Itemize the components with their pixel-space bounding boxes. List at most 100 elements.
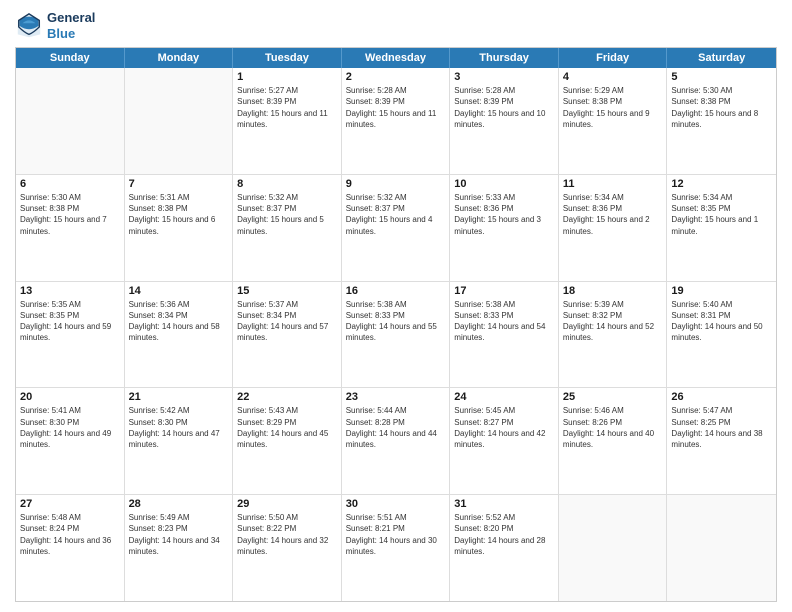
calendar-header-cell: Tuesday xyxy=(233,48,342,68)
calendar-day-cell: 25 Sunrise: 5:46 AM Sunset: 8:26 PM Dayli… xyxy=(559,388,668,494)
day-number: 18 xyxy=(563,285,663,297)
day-number: 30 xyxy=(346,498,446,510)
calendar-week-row: 20 Sunrise: 5:41 AM Sunset: 8:30 PM Dayli… xyxy=(16,388,776,495)
day-info: Sunrise: 5:50 AM Sunset: 8:22 PM Dayligh… xyxy=(237,512,337,557)
day-info: Sunrise: 5:41 AM Sunset: 8:30 PM Dayligh… xyxy=(20,405,120,450)
calendar-day-cell xyxy=(667,495,776,601)
day-info: Sunrise: 5:32 AM Sunset: 8:37 PM Dayligh… xyxy=(346,192,446,237)
calendar-day-cell: 10 Sunrise: 5:33 AM Sunset: 8:36 PM Dayli… xyxy=(450,175,559,281)
day-number: 7 xyxy=(129,178,229,190)
day-info: Sunrise: 5:28 AM Sunset: 8:39 PM Dayligh… xyxy=(454,85,554,130)
calendar-day-cell: 8Sunrise: 5:32 AM Sunset: 8:37 PM Daylig… xyxy=(233,175,342,281)
day-number: 22 xyxy=(237,391,337,403)
day-number: 21 xyxy=(129,391,229,403)
day-number: 11 xyxy=(563,178,663,190)
calendar-day-cell: 29 Sunrise: 5:50 AM Sunset: 8:22 PM Dayli… xyxy=(233,495,342,601)
calendar-day-cell: 28 Sunrise: 5:49 AM Sunset: 8:23 PM Dayli… xyxy=(125,495,234,601)
calendar-day-cell: 27 Sunrise: 5:48 AM Sunset: 8:24 PM Dayli… xyxy=(16,495,125,601)
day-info: Sunrise: 5:30 AM Sunset: 8:38 PM Dayligh… xyxy=(671,85,772,130)
day-number: 29 xyxy=(237,498,337,510)
day-info: Sunrise: 5:27 AM Sunset: 8:39 PM Dayligh… xyxy=(237,85,337,130)
calendar-header-row: SundayMondayTuesdayWednesdayThursdayFrid… xyxy=(16,48,776,68)
calendar-day-cell: 9 Sunrise: 5:32 AM Sunset: 8:37 PM Daylig… xyxy=(342,175,451,281)
day-number: 2 xyxy=(346,71,446,83)
calendar-day-cell: 22 Sunrise: 5:43 AM Sunset: 8:29 PM Dayli… xyxy=(233,388,342,494)
day-info: Sunrise: 5:44 AM Sunset: 8:28 PM Dayligh… xyxy=(346,405,446,450)
day-number: 5 xyxy=(671,71,772,83)
day-number: 8 xyxy=(237,178,337,190)
day-info: Sunrise: 5:43 AM Sunset: 8:29 PM Dayligh… xyxy=(237,405,337,450)
logo: General Blue xyxy=(15,10,95,41)
calendar-header-cell: Friday xyxy=(559,48,668,68)
day-number: 1 xyxy=(237,71,337,83)
calendar-day-cell: 24 Sunrise: 5:45 AM Sunset: 8:27 PM Dayli… xyxy=(450,388,559,494)
day-number: 13 xyxy=(20,285,120,297)
day-info: Sunrise: 5:51 AM Sunset: 8:21 PM Dayligh… xyxy=(346,512,446,557)
day-info: Sunrise: 5:37 AM Sunset: 8:34 PM Dayligh… xyxy=(237,299,337,344)
day-info: Sunrise: 5:42 AM Sunset: 8:30 PM Dayligh… xyxy=(129,405,229,450)
day-info: Sunrise: 5:35 AM Sunset: 8:35 PM Dayligh… xyxy=(20,299,120,344)
day-info: Sunrise: 5:31 AM Sunset: 8:38 PM Dayligh… xyxy=(129,192,229,237)
calendar-week-row: 6Sunrise: 5:30 AM Sunset: 8:38 PM Daylig… xyxy=(16,175,776,282)
calendar: SundayMondayTuesdayWednesdayThursdayFrid… xyxy=(15,47,777,602)
day-info: Sunrise: 5:45 AM Sunset: 8:27 PM Dayligh… xyxy=(454,405,554,450)
day-number: 20 xyxy=(20,391,120,403)
day-number: 9 xyxy=(346,178,446,190)
calendar-day-cell: 17 Sunrise: 5:38 AM Sunset: 8:33 PM Dayli… xyxy=(450,282,559,388)
calendar-day-cell: 6Sunrise: 5:30 AM Sunset: 8:38 PM Daylig… xyxy=(16,175,125,281)
day-number: 27 xyxy=(20,498,120,510)
page: General Blue SundayMondayTuesdayWednesda… xyxy=(0,0,792,612)
day-number: 10 xyxy=(454,178,554,190)
calendar-day-cell xyxy=(125,68,234,174)
calendar-day-cell: 20 Sunrise: 5:41 AM Sunset: 8:30 PM Dayli… xyxy=(16,388,125,494)
day-info: Sunrise: 5:40 AM Sunset: 8:31 PM Dayligh… xyxy=(671,299,772,344)
day-number: 23 xyxy=(346,391,446,403)
day-info: Sunrise: 5:47 AM Sunset: 8:25 PM Dayligh… xyxy=(671,405,772,450)
calendar-day-cell: 5 Sunrise: 5:30 AM Sunset: 8:38 PM Daylig… xyxy=(667,68,776,174)
day-number: 3 xyxy=(454,71,554,83)
calendar-day-cell: 1 Sunrise: 5:27 AM Sunset: 8:39 PM Daylig… xyxy=(233,68,342,174)
calendar-week-row: 13 Sunrise: 5:35 AM Sunset: 8:35 PM Dayli… xyxy=(16,282,776,389)
calendar-day-cell: 21 Sunrise: 5:42 AM Sunset: 8:30 PM Dayli… xyxy=(125,388,234,494)
calendar-day-cell: 31 Sunrise: 5:52 AM Sunset: 8:20 PM Dayli… xyxy=(450,495,559,601)
calendar-day-cell: 19 Sunrise: 5:40 AM Sunset: 8:31 PM Dayli… xyxy=(667,282,776,388)
logo-icon xyxy=(15,12,43,40)
day-info: Sunrise: 5:49 AM Sunset: 8:23 PM Dayligh… xyxy=(129,512,229,557)
calendar-week-row: 27 Sunrise: 5:48 AM Sunset: 8:24 PM Dayli… xyxy=(16,495,776,601)
header: General Blue xyxy=(15,10,777,41)
calendar-day-cell: 3 Sunrise: 5:28 AM Sunset: 8:39 PM Daylig… xyxy=(450,68,559,174)
calendar-day-cell: 23 Sunrise: 5:44 AM Sunset: 8:28 PM Dayli… xyxy=(342,388,451,494)
day-number: 19 xyxy=(671,285,772,297)
calendar-day-cell: 18Sunrise: 5:39 AM Sunset: 8:32 PM Dayli… xyxy=(559,282,668,388)
day-info: Sunrise: 5:38 AM Sunset: 8:33 PM Dayligh… xyxy=(346,299,446,344)
day-number: 26 xyxy=(671,391,772,403)
calendar-day-cell: 13 Sunrise: 5:35 AM Sunset: 8:35 PM Dayli… xyxy=(16,282,125,388)
calendar-header-cell: Wednesday xyxy=(342,48,451,68)
calendar-header-cell: Monday xyxy=(125,48,234,68)
day-info: Sunrise: 5:33 AM Sunset: 8:36 PM Dayligh… xyxy=(454,192,554,237)
logo-text: General Blue xyxy=(47,10,95,41)
calendar-day-cell: 14Sunrise: 5:36 AM Sunset: 8:34 PM Dayli… xyxy=(125,282,234,388)
day-info: Sunrise: 5:48 AM Sunset: 8:24 PM Dayligh… xyxy=(20,512,120,557)
day-number: 28 xyxy=(129,498,229,510)
day-number: 25 xyxy=(563,391,663,403)
day-number: 17 xyxy=(454,285,554,297)
day-number: 31 xyxy=(454,498,554,510)
day-number: 16 xyxy=(346,285,446,297)
calendar-header-cell: Thursday xyxy=(450,48,559,68)
calendar-header-cell: Sunday xyxy=(16,48,125,68)
calendar-day-cell: 11 Sunrise: 5:34 AM Sunset: 8:36 PM Dayli… xyxy=(559,175,668,281)
day-info: Sunrise: 5:52 AM Sunset: 8:20 PM Dayligh… xyxy=(454,512,554,557)
day-number: 4 xyxy=(563,71,663,83)
day-info: Sunrise: 5:46 AM Sunset: 8:26 PM Dayligh… xyxy=(563,405,663,450)
calendar-day-cell: 30 Sunrise: 5:51 AM Sunset: 8:21 PM Dayli… xyxy=(342,495,451,601)
day-info: Sunrise: 5:34 AM Sunset: 8:36 PM Dayligh… xyxy=(563,192,663,237)
day-info: Sunrise: 5:34 AM Sunset: 8:35 PM Dayligh… xyxy=(671,192,772,237)
day-number: 24 xyxy=(454,391,554,403)
calendar-day-cell xyxy=(559,495,668,601)
day-info: Sunrise: 5:38 AM Sunset: 8:33 PM Dayligh… xyxy=(454,299,554,344)
day-info: Sunrise: 5:30 AM Sunset: 8:38 PM Dayligh… xyxy=(20,192,120,237)
calendar-day-cell xyxy=(16,68,125,174)
day-number: 15 xyxy=(237,285,337,297)
day-info: Sunrise: 5:36 AM Sunset: 8:34 PM Dayligh… xyxy=(129,299,229,344)
